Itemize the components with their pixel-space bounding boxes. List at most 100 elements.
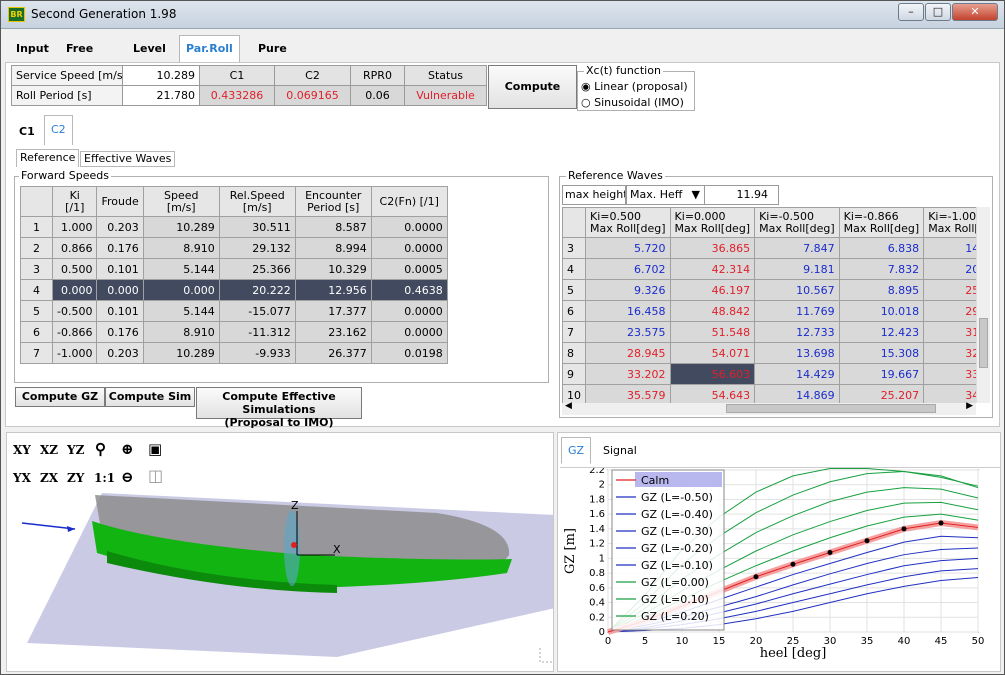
legend-label: GZ (L=0.10) xyxy=(641,593,709,606)
radio-sinusoidal[interactable]: ○ Sinusoidal (IMO) xyxy=(581,96,684,109)
row-number[interactable]: 4 xyxy=(562,258,586,280)
forward-col-header: Speed [m/s] xyxy=(142,186,220,217)
forward-table-row[interactable]: 2 0.866 0.176 8.910 29.132 8.994 0.0000 xyxy=(20,237,448,259)
row-number[interactable]: 8 xyxy=(562,342,586,364)
tab-effective-waves[interactable]: Effective Waves xyxy=(80,151,176,167)
refwave-cell: 33.202 xyxy=(585,363,671,385)
y-tick-label: 1.4 xyxy=(589,524,605,535)
scroll-right-icon[interactable]: ▶ xyxy=(966,401,973,411)
row-number[interactable]: 3 xyxy=(20,258,53,280)
minimize-button[interactable]: – xyxy=(898,3,924,21)
row-number[interactable]: 4 xyxy=(20,279,53,301)
x-tick-label: 0 xyxy=(605,636,611,647)
compute-gz-button[interactable]: Compute GZ xyxy=(15,387,105,407)
forward-cell: 1.000 xyxy=(51,216,98,238)
view-xz-button[interactable]: XZ xyxy=(40,443,58,457)
forward-cell: 10.289 xyxy=(142,216,220,238)
refwave-table-row[interactable]: 616.45848.84211.76910.01829.019 xyxy=(562,300,976,322)
close-button[interactable]: ✕ xyxy=(952,3,998,21)
y-tick-label: 0 xyxy=(599,627,605,638)
heff-dropdown[interactable]: Max. Heff ▼ xyxy=(626,185,705,205)
row-number[interactable]: 2 xyxy=(20,237,53,259)
tab-level-1[interactable]: Level 1 xyxy=(126,35,173,81)
forward-table-row[interactable]: 7 -1.000 0.203 10.289 -9.933 26.377 0.0198 xyxy=(20,342,448,364)
refwave-col-header: Ki=0.500 Max Roll[deg] xyxy=(585,207,671,238)
tab-c1[interactable]: C1 xyxy=(12,119,42,145)
refwave-table-row[interactable]: 1035.57954.64314.86925.20734.431 xyxy=(562,384,976,403)
refwave-table-row[interactable]: 46.70242.3149.1817.83220.899 xyxy=(562,258,976,280)
reference-waves-title: Reference Waves xyxy=(566,169,665,182)
legend-label: GZ (L=-0.10) xyxy=(641,559,713,572)
refwave-cell: 20.899 xyxy=(923,258,976,280)
refwave-cell: 56.603 xyxy=(669,363,756,385)
data-point xyxy=(753,574,759,580)
tab-pure-loss-2[interactable]: Pure Loss 2 xyxy=(251,35,294,107)
view-1to1-button[interactable]: 1:1 xyxy=(94,471,115,485)
horizontal-scrollbar[interactable]: ◀ ▶ xyxy=(562,401,976,415)
service-speed-input[interactable]: 10.289 xyxy=(122,65,200,86)
forward-cell: -9.933 xyxy=(218,342,296,364)
forward-cell: 0.203 xyxy=(96,342,144,364)
forward-cell: 26.377 xyxy=(294,342,372,364)
refwave-cell: 10.018 xyxy=(838,300,925,322)
row-number[interactable]: 1 xyxy=(20,216,53,238)
zoom-in-icon[interactable]: ⊕ xyxy=(121,440,134,458)
refwave-cell: 14.214 xyxy=(923,237,976,259)
xc-function-group: Xc(t) function ◉ Linear (proposal) ○ Sin… xyxy=(577,64,695,111)
maximize-button[interactable]: □ xyxy=(925,3,951,21)
cube-view-icon[interactable]: ◫ xyxy=(148,466,163,485)
compute-sim-button[interactable]: Compute Sim xyxy=(105,387,195,407)
resize-corner-icon[interactable] xyxy=(539,648,554,663)
radio-unchecked-icon: ○ xyxy=(581,96,591,109)
tab-signal[interactable]: Signal xyxy=(596,437,644,464)
view-3d[interactable]: Z X XY XZ YZ ⚲ ⊕ ▣ YX ZX ZY 1:1 ⊖ ◫ xyxy=(6,432,554,672)
row-number[interactable]: 7 xyxy=(562,321,586,343)
refwave-table-row[interactable]: 723.57551.54812.73312.42331.332 xyxy=(562,321,976,343)
compute-effective-simulations-button[interactable]: Compute Effective Simulations (Proposal … xyxy=(196,387,362,429)
row-number[interactable]: 5 xyxy=(20,300,53,322)
forward-table-row[interactable]: 1 1.000 0.203 10.289 30.511 8.587 0.0000 xyxy=(20,216,448,238)
row-number[interactable]: 6 xyxy=(20,321,53,343)
tab-par-roll-2[interactable]: Par.Roll 2 xyxy=(179,35,240,81)
forward-cell: 5.144 xyxy=(142,300,220,322)
search-icon[interactable]: ⚲ xyxy=(95,440,106,458)
forward-cell: 20.222 xyxy=(218,279,296,301)
heff-dropdown-label: Max. Heff xyxy=(630,188,683,201)
row-number[interactable]: 7 xyxy=(20,342,53,364)
row-number[interactable]: 3 xyxy=(562,237,586,259)
roll-period-input[interactable]: 21.780 xyxy=(122,85,200,106)
view-yz-button[interactable]: YZ xyxy=(67,443,84,457)
forward-table-row[interactable]: 3 0.500 0.101 5.144 25.366 10.329 0.0005 xyxy=(20,258,448,280)
view-xy-button[interactable]: XY xyxy=(13,443,31,457)
horizontal-scrollbar-thumb[interactable] xyxy=(726,404,936,413)
tab-reference[interactable]: Reference xyxy=(16,149,80,167)
forward-table-row[interactable]: 5 -0.500 0.101 5.144 -15.077 17.377 0.0000 xyxy=(20,300,448,322)
row-number[interactable]: 5 xyxy=(562,279,586,301)
compute-button[interactable]: Compute xyxy=(488,65,577,109)
refwave-cell: 16.458 xyxy=(585,300,671,322)
row-number[interactable]: 9 xyxy=(562,363,586,385)
forward-table-row[interactable]: 6 -0.866 0.176 8.910 -11.312 23.162 0.0000 xyxy=(20,321,448,343)
tab-c2[interactable]: C2 xyxy=(44,115,73,145)
forward-table-row[interactable]: 4 0.000 0.000 0.000 20.222 12.956 0.4638 xyxy=(20,279,448,301)
radio-linear[interactable]: ◉ Linear (proposal) xyxy=(581,80,688,93)
refwave-table-row[interactable]: 59.32646.19710.5678.89525.726 xyxy=(562,279,976,301)
scroll-left-icon[interactable]: ◀ xyxy=(565,401,572,411)
status-header: Status xyxy=(404,65,487,86)
view-zx-button[interactable]: ZX xyxy=(40,471,58,485)
tab-free-test[interactable]: Free Test xyxy=(59,35,100,81)
refwave-table-row[interactable]: 35.72036.8657.8476.83814.214 xyxy=(562,237,976,259)
view-zy-button[interactable]: ZY xyxy=(67,471,84,485)
refwave-table-row[interactable]: 828.94554.07113.69815.30832.839 xyxy=(562,342,976,364)
refwave-table-row[interactable]: 933.20256.60314.42919.66733.570 xyxy=(562,363,976,385)
tab-input[interactable]: Input xyxy=(9,35,56,62)
vertical-scrollbar-thumb[interactable] xyxy=(979,318,988,368)
y-tick-label: 1.6 xyxy=(589,509,605,520)
tab-gz[interactable]: GZ xyxy=(561,437,592,464)
vertical-scrollbar[interactable] xyxy=(976,207,990,403)
row-number[interactable]: 6 xyxy=(562,300,586,322)
refwave-cell: 54.071 xyxy=(669,342,756,364)
view-yx-button[interactable]: YX xyxy=(13,471,31,485)
zoom-out-icon[interactable]: ⊖ xyxy=(121,468,134,486)
zoom-fit-icon[interactable]: ▣ xyxy=(148,440,162,458)
